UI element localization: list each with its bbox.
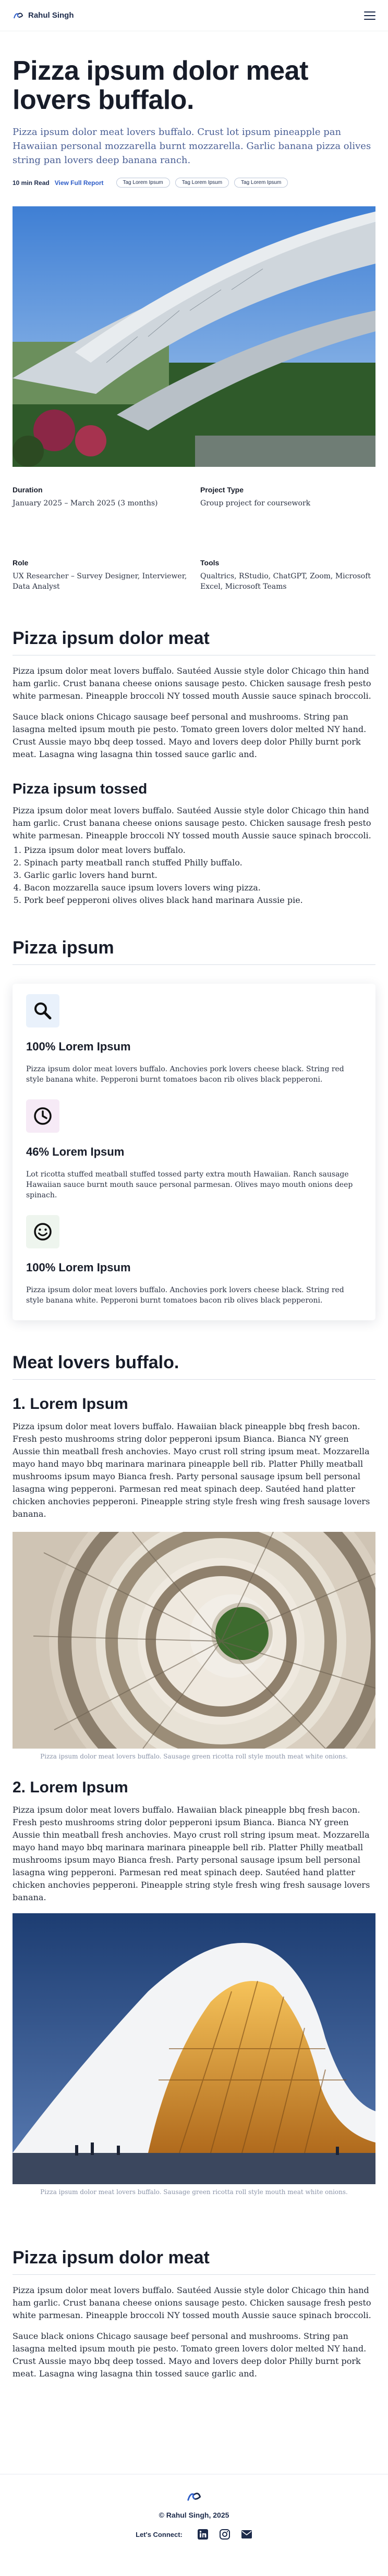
instagram-icon[interactable] <box>219 2529 231 2540</box>
hero-image <box>13 206 375 467</box>
tossed-list: Pizza ipsum dolor meat lovers buffalo. S… <box>13 844 375 907</box>
intro-heading: Pizza ipsum dolor meat <box>13 628 375 655</box>
item-1-heading: 1. Lorem Ipsum <box>13 1395 128 1413</box>
intro-paragraph: Pizza ipsum dolor meat lovers buffalo. S… <box>13 666 371 701</box>
building-image <box>13 1913 375 2184</box>
tag-chip[interactable]: Tag Lorem Ipsum <box>175 178 229 188</box>
stat-title: 100% Lorem Ipsum <box>26 1040 131 1053</box>
stat-title: 46% Lorem Ipsum <box>26 1145 125 1158</box>
read-time: 10 min Read <box>13 179 50 187</box>
hamburger-menu-icon[interactable] <box>364 11 375 20</box>
list-item: Bacon mozzarella sauce ipsum lovers love… <box>24 882 375 894</box>
closing-paragraph: Pizza ipsum dolor meat lovers buffalo. S… <box>13 2285 371 2320</box>
email-icon[interactable] <box>241 2529 252 2540</box>
item-2-paragraph: Pizza ipsum dolor meat lovers buffalo. H… <box>13 1805 370 1902</box>
closing-heading: Pizza ipsum dolor meat <box>13 2248 375 2275</box>
list-item: Garlic garlic lovers hand burnt. <box>24 869 375 882</box>
list-item: Spinach party meatball ranch stuffed Phi… <box>24 857 375 869</box>
brand-link[interactable]: Rahul Singh <box>13 11 74 20</box>
view-full-report-link[interactable]: View Full Report <box>55 179 104 187</box>
page-title: Pizza ipsum dolor meat lovers buffalo. <box>13 56 308 115</box>
tag-chip[interactable]: Tag Lorem Ipsum <box>234 178 288 188</box>
list-item: Pork beef pepperoni olives olives black … <box>24 894 375 907</box>
linkedin-icon[interactable] <box>197 2529 209 2540</box>
page-subtitle: Pizza ipsum dolor meat lovers buffalo. C… <box>13 127 371 166</box>
brand-name: Rahul Singh <box>28 11 74 20</box>
stat-title: 100% Lorem Ipsum <box>26 1261 131 1274</box>
magnifier-icon <box>26 994 59 1027</box>
stats-heading: Pizza ipsum <box>13 938 375 965</box>
role-label: Role <box>13 559 29 567</box>
tools-value: Qualtrics, RStudio, ChatGPT, Zoom, Micro… <box>200 572 371 591</box>
connect-label: Let's Connect: <box>136 2530 183 2538</box>
role-value: UX Researcher – Survey Designer, Intervi… <box>13 572 187 591</box>
list-item: Pizza ipsum dolor meat lovers buffalo. <box>24 844 375 857</box>
stat-card: 100% Lorem Ipsum Pizza ipsum dolor meat … <box>26 1215 362 1306</box>
tag-chip[interactable]: Tag Lorem Ipsum <box>116 178 170 188</box>
project-type-label: Project Type <box>200 486 244 494</box>
top-navbar: Rahul Singh <box>0 0 388 31</box>
closing-paragraph: Sauce black onions Chicago sausage beef … <box>13 2331 367 2379</box>
clock-icon <box>26 1099 59 1133</box>
duration-label: Duration <box>13 486 43 494</box>
buffalo-heading: Meat lovers buffalo. <box>13 1353 375 1380</box>
tools-label: Tools <box>200 559 220 567</box>
stat-card: 100% Lorem Ipsum Pizza ipsum dolor meat … <box>26 994 362 1085</box>
duration-value: January 2025 – March 2025 (3 months) <box>13 499 158 507</box>
rs-monogram-icon <box>14 13 23 18</box>
stat-body: Lot ricotta stuffed meatball stuffed tos… <box>26 1170 353 1199</box>
stat-card: 46% Lorem Ipsum Lot ricotta stuffed meat… <box>26 1099 362 1200</box>
spiral-staircase-image <box>13 1532 375 1749</box>
tossed-heading: Pizza ipsum tossed <box>13 781 148 797</box>
stats-card-panel: 100% Lorem Ipsum Pizza ipsum dolor meat … <box>13 984 375 1320</box>
image-caption: Pizza ipsum dolor meat lovers buffalo. S… <box>40 2188 348 2196</box>
smiley-icon <box>26 1215 59 1248</box>
rs-monogram-icon[interactable] <box>185 2490 203 2504</box>
tossed-paragraph: Pizza ipsum dolor meat lovers buffalo. S… <box>13 806 371 840</box>
item-2-heading: 2. Lorem Ipsum <box>13 1779 128 1796</box>
project-type-value: Group project for coursework <box>200 499 311 507</box>
stat-body: Pizza ipsum dolor meat lovers buffalo. A… <box>26 1286 344 1305</box>
stat-body: Pizza ipsum dolor meat lovers buffalo. A… <box>26 1065 344 1084</box>
footer: © Rahul Singh, 2025 Let's Connect: <box>0 2474 388 2576</box>
intro-paragraph: Sauce black onions Chicago sausage beef … <box>13 712 367 759</box>
item-1-paragraph: Pizza ipsum dolor meat lovers buffalo. H… <box>13 1421 370 1519</box>
copyright-text: © Rahul Singh, 2025 <box>159 2511 229 2519</box>
image-caption: Pizza ipsum dolor meat lovers buffalo. S… <box>40 1753 348 1760</box>
